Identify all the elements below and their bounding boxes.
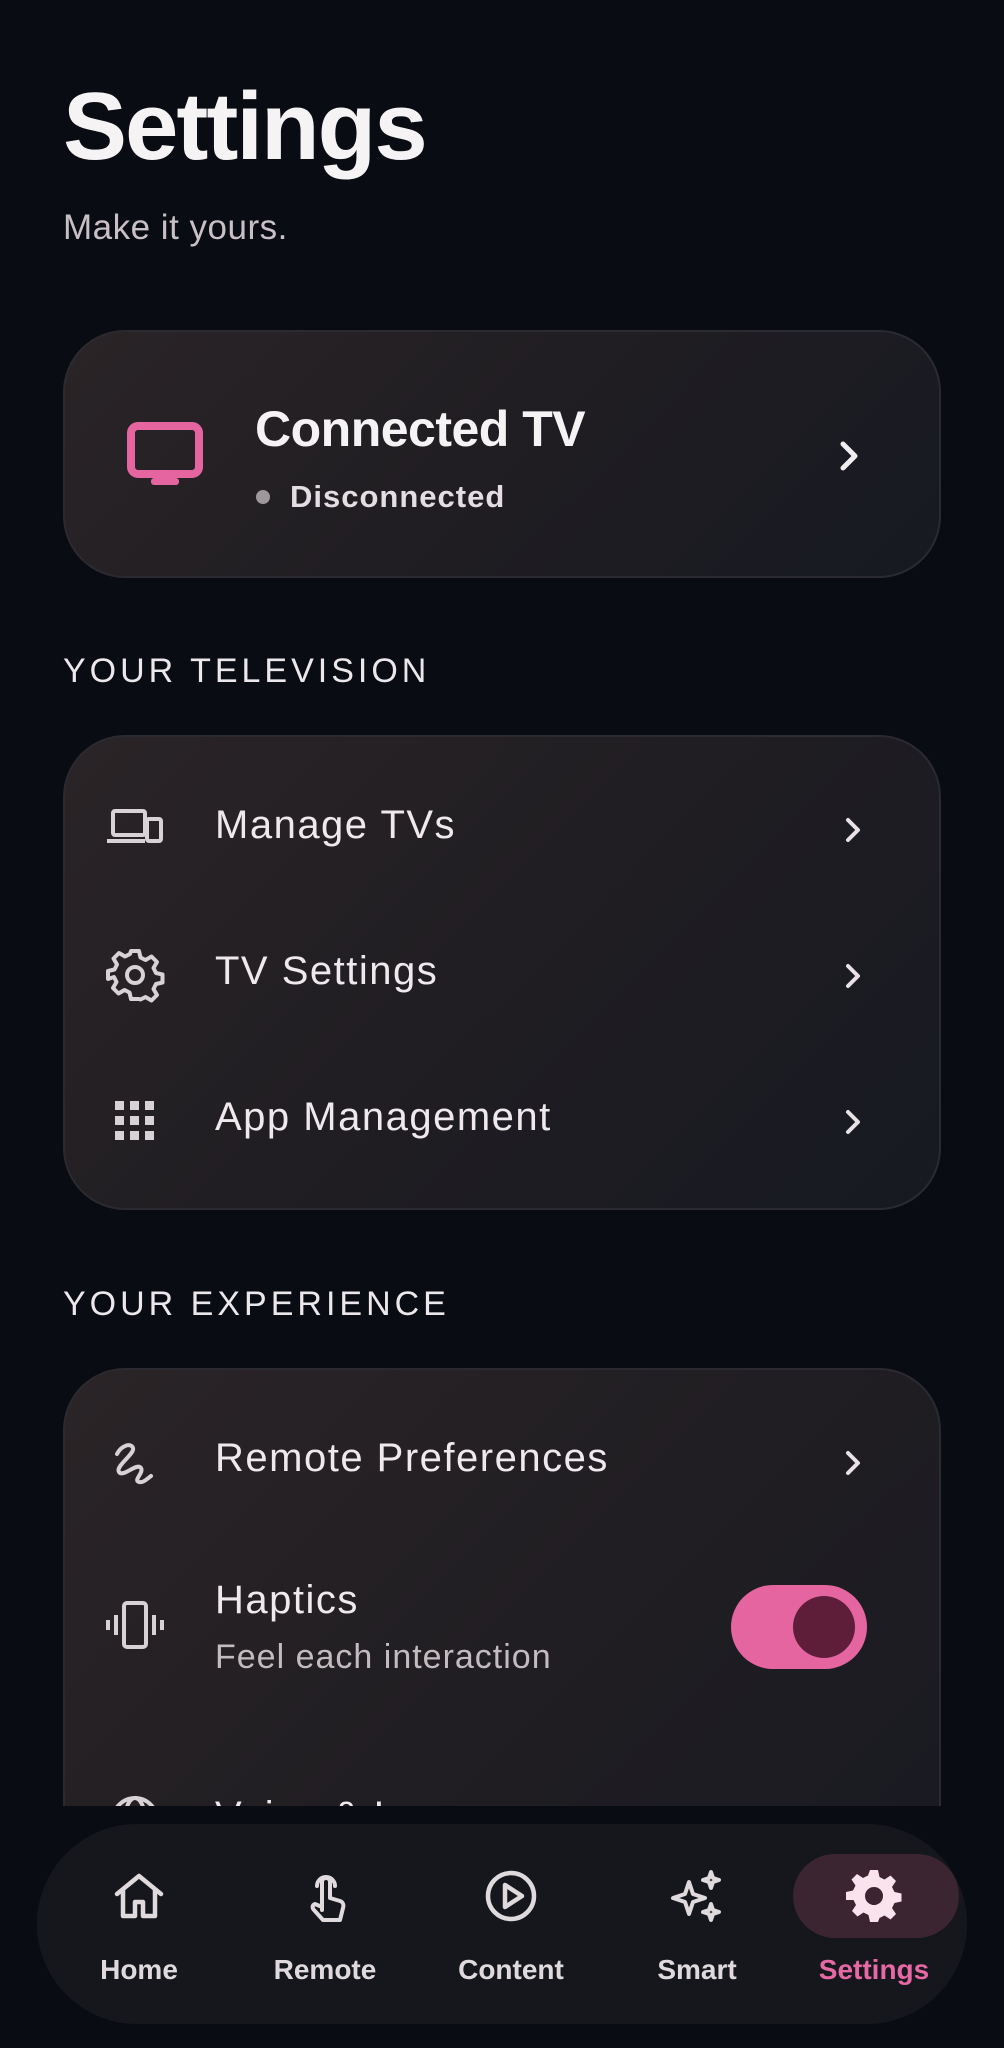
nav-label: Content xyxy=(458,1954,564,1985)
list-item-label: Manage TVs xyxy=(215,803,457,847)
connection-status: Disconnected xyxy=(290,479,506,514)
nav-item-smart[interactable]: Smart xyxy=(612,1824,782,2024)
list-item-label: App Management xyxy=(215,1095,552,1139)
nav-label: Smart xyxy=(657,1954,737,1985)
list-item-app-management[interactable]: App Management xyxy=(65,1049,939,1195)
connected-tv-title: Connected TV xyxy=(255,401,586,457)
nav-label: Home xyxy=(100,1954,178,1985)
vibration-icon xyxy=(106,1601,164,1649)
chevron-right-icon xyxy=(846,818,860,842)
list-item-label: Haptics xyxy=(215,1578,359,1622)
nav-item-remote[interactable]: Remote xyxy=(240,1824,410,2024)
devices-icon xyxy=(107,809,163,843)
list-item-tv-settings[interactable]: TV Settings xyxy=(65,903,939,1049)
television-card: Manage TVs TV Settings App Management xyxy=(63,735,941,1210)
home-icon xyxy=(114,1873,164,1919)
nav-label: Remote xyxy=(273,1954,377,1985)
nav-item-settings[interactable]: Settings xyxy=(789,1824,959,2024)
section-label-experience: YOUR EXPERIENCE xyxy=(63,1285,450,1323)
haptics-toggle[interactable] xyxy=(731,1585,867,1669)
connected-tv-card[interactable]: Connected TV Disconnected xyxy=(63,330,941,578)
chevron-right-icon xyxy=(846,964,860,988)
gear-icon xyxy=(846,1870,902,1922)
tv-icon xyxy=(127,422,203,485)
nav-item-home[interactable]: Home xyxy=(54,1824,224,2024)
chevron-right-icon xyxy=(846,1110,860,1134)
gear-icon xyxy=(106,949,165,1003)
list-item-manage-tvs[interactable]: Manage TVs xyxy=(65,757,939,903)
sparkle-icon xyxy=(671,1870,721,1922)
touch-icon xyxy=(310,1875,346,1922)
page-title: Settings xyxy=(63,73,428,180)
status-dot xyxy=(256,490,270,504)
list-item-haptics[interactable]: Haptics Feel each interaction xyxy=(65,1370,939,1690)
toggle-knob xyxy=(793,1596,855,1658)
page-subtitle: Make it yours. xyxy=(63,208,288,247)
chevron-right-icon xyxy=(840,441,858,471)
apps-grid-icon xyxy=(115,1101,154,1140)
nav-item-content[interactable]: Content xyxy=(426,1824,596,2024)
nav-label: Settings xyxy=(818,1954,930,1985)
section-label-television: YOUR TELEVISION xyxy=(63,652,431,690)
list-item-sublabel: Feel each interaction xyxy=(215,1638,552,1676)
list-item-label: TV Settings xyxy=(215,949,439,993)
bottom-navigation: Home Remote Content Smart Settings xyxy=(37,1824,967,2024)
play-circle-icon xyxy=(485,1870,537,1922)
